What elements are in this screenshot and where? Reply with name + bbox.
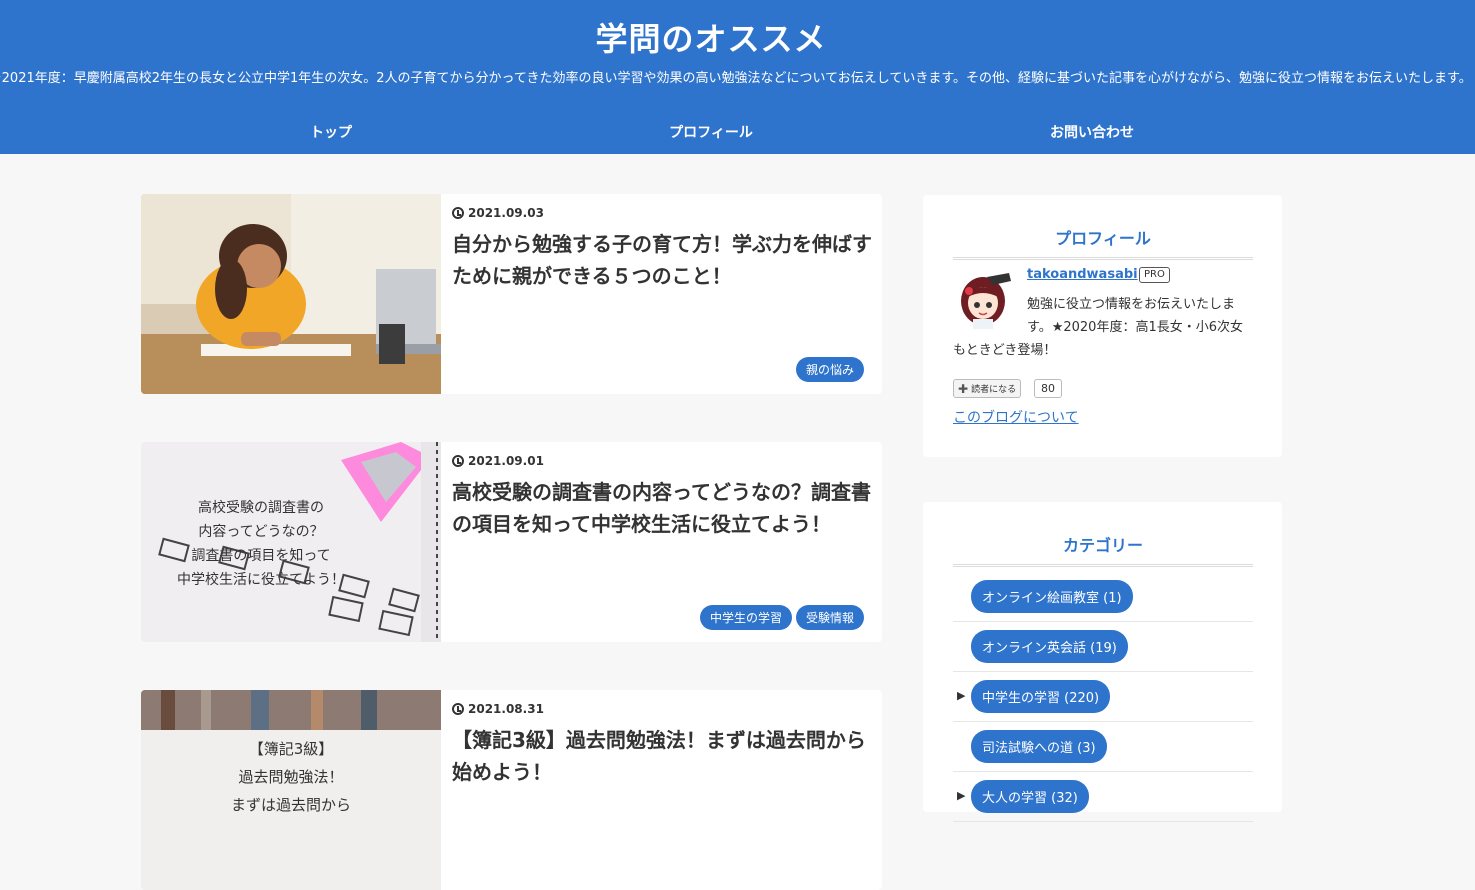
category-item: ▶ 大人の学習 (32) <box>953 772 1253 822</box>
article-tags: 親の悩み <box>795 357 864 382</box>
article-date-text: 2021.08.31 <box>468 702 544 716</box>
category-link[interactable]: 中学生の学習 (220) <box>971 680 1111 713</box>
article-date: 2021.09.03 <box>452 206 544 220</box>
thumb-text: 調査書の項目を知って <box>191 547 330 564</box>
thumb-text: 高校受験の調査書の <box>198 499 324 516</box>
article-date: 2021.08.31 <box>452 702 544 716</box>
article-date-text: 2021.09.01 <box>468 454 544 468</box>
article-thumbnail[interactable]: 【簿記3級】 過去問勉強法！ まずは過去問から <box>141 690 441 890</box>
category-link[interactable]: 司法試験への道 (3) <box>971 730 1107 763</box>
article-card[interactable]: 2021.09.03 自分から勉強する子の育て方！学ぶ力を伸ばすために親ができる… <box>141 194 882 394</box>
nav-contact[interactable]: お問い合わせ <box>992 122 1192 142</box>
site-header: 学問のオススメ ★2021年度：早慶附属高校2年生の長女と公立中学1年生の次女。… <box>0 0 1475 154</box>
author-name-link[interactable]: takoandwasabi <box>1027 267 1138 282</box>
thumb-text: 内容ってどうなの？ <box>198 523 323 540</box>
thumb-text: 中学校生活に役立てよう！ <box>177 571 345 588</box>
category-item: オンライン絵画教室 (1) <box>953 572 1253 622</box>
plus-icon: ✚ <box>958 381 969 396</box>
thumb-text: 過去問勉強法！ <box>238 768 343 786</box>
category-item: ▶ 中学生の学習 (220) <box>953 672 1253 722</box>
article-thumbnail[interactable]: 高校受験の調査書の 内容ってどうなの？ 調査書の項目を知って 中学校生活に役立て… <box>141 442 441 642</box>
clock-icon <box>452 455 464 467</box>
clock-icon <box>452 703 464 715</box>
category-link[interactable]: オンライン英会話 (19) <box>971 630 1128 663</box>
expand-triangle-icon[interactable]: ▶ <box>957 689 965 702</box>
reader-count: 80 <box>1034 379 1062 398</box>
article-title[interactable]: 自分から勉強する子の育て方！学ぶ力を伸ばすために親ができる５つのこと！ <box>452 228 872 292</box>
category-item: オンライン英会話 (19) <box>953 622 1253 672</box>
thumb-text: まずは過去問から <box>231 796 351 814</box>
nav-profile[interactable]: プロフィール <box>611 122 811 142</box>
thumb-text: 【簿記3級】 <box>249 740 334 758</box>
subscribe-button[interactable]: ✚ 読者になる <box>953 379 1022 398</box>
tag[interactable]: 中学生の学習 <box>699 605 792 630</box>
pro-badge: PRO <box>1139 267 1170 283</box>
subscribe-label: 読者になる <box>971 385 1017 395</box>
category-widget: カテゴリー オンライン絵画教室 (1) オンライン英会話 (19) ▶ 中学生の… <box>923 502 1282 822</box>
about-blog-link[interactable]: このブログについて <box>953 407 1079 427</box>
category-link[interactable]: オンライン絵画教室 (1) <box>971 580 1133 613</box>
category-link[interactable]: 大人の学習 (32) <box>971 780 1089 813</box>
expand-triangle-icon[interactable]: ▶ <box>957 789 965 802</box>
article-date-text: 2021.09.03 <box>468 206 544 220</box>
site-description: ★2021年度：早慶附属高校2年生の長女と公立中学1年生の次女。2人の子育てから… <box>0 71 1465 86</box>
profile-heading: プロフィール <box>953 225 1253 260</box>
tag[interactable]: 受験情報 <box>795 605 864 630</box>
nav-top[interactable]: トップ <box>231 122 431 142</box>
clock-icon <box>452 207 464 219</box>
article-tags: 中学生の学習 受験情報 <box>699 605 864 630</box>
article-card[interactable]: 高校受験の調査書の 内容ってどうなの？ 調査書の項目を知って 中学校生活に役立て… <box>141 442 882 642</box>
site-title[interactable]: 学問のオススメ <box>0 14 1422 60</box>
article-card[interactable]: 【簿記3級】 過去問勉強法！ まずは過去問から 2021.08.31 【簿記3級… <box>141 690 882 890</box>
article-title[interactable]: 高校受験の調査書の内容ってどうなの？調査書の項目を知って中学校生活に役立てよう！ <box>452 476 872 540</box>
profile-description: 勉強に役立つ情報をお伝えいたします。★2020年度：高1長女・小6次女もときどき… <box>953 293 1253 362</box>
article-thumbnail[interactable] <box>141 194 441 394</box>
category-heading: カテゴリー <box>953 532 1253 567</box>
category-item: 司法試験への道 (3) <box>953 722 1253 772</box>
article-title[interactable]: 【簿記3級】過去問勉強法！まずは過去問から始めよう！ <box>452 724 872 788</box>
tag[interactable]: 親の悩み <box>795 357 864 382</box>
profile-widget: プロフィール takoandwasabi PRO 勉強に役立つ情報をお伝えいたし… <box>923 195 1282 457</box>
article-date: 2021.09.01 <box>452 454 544 468</box>
